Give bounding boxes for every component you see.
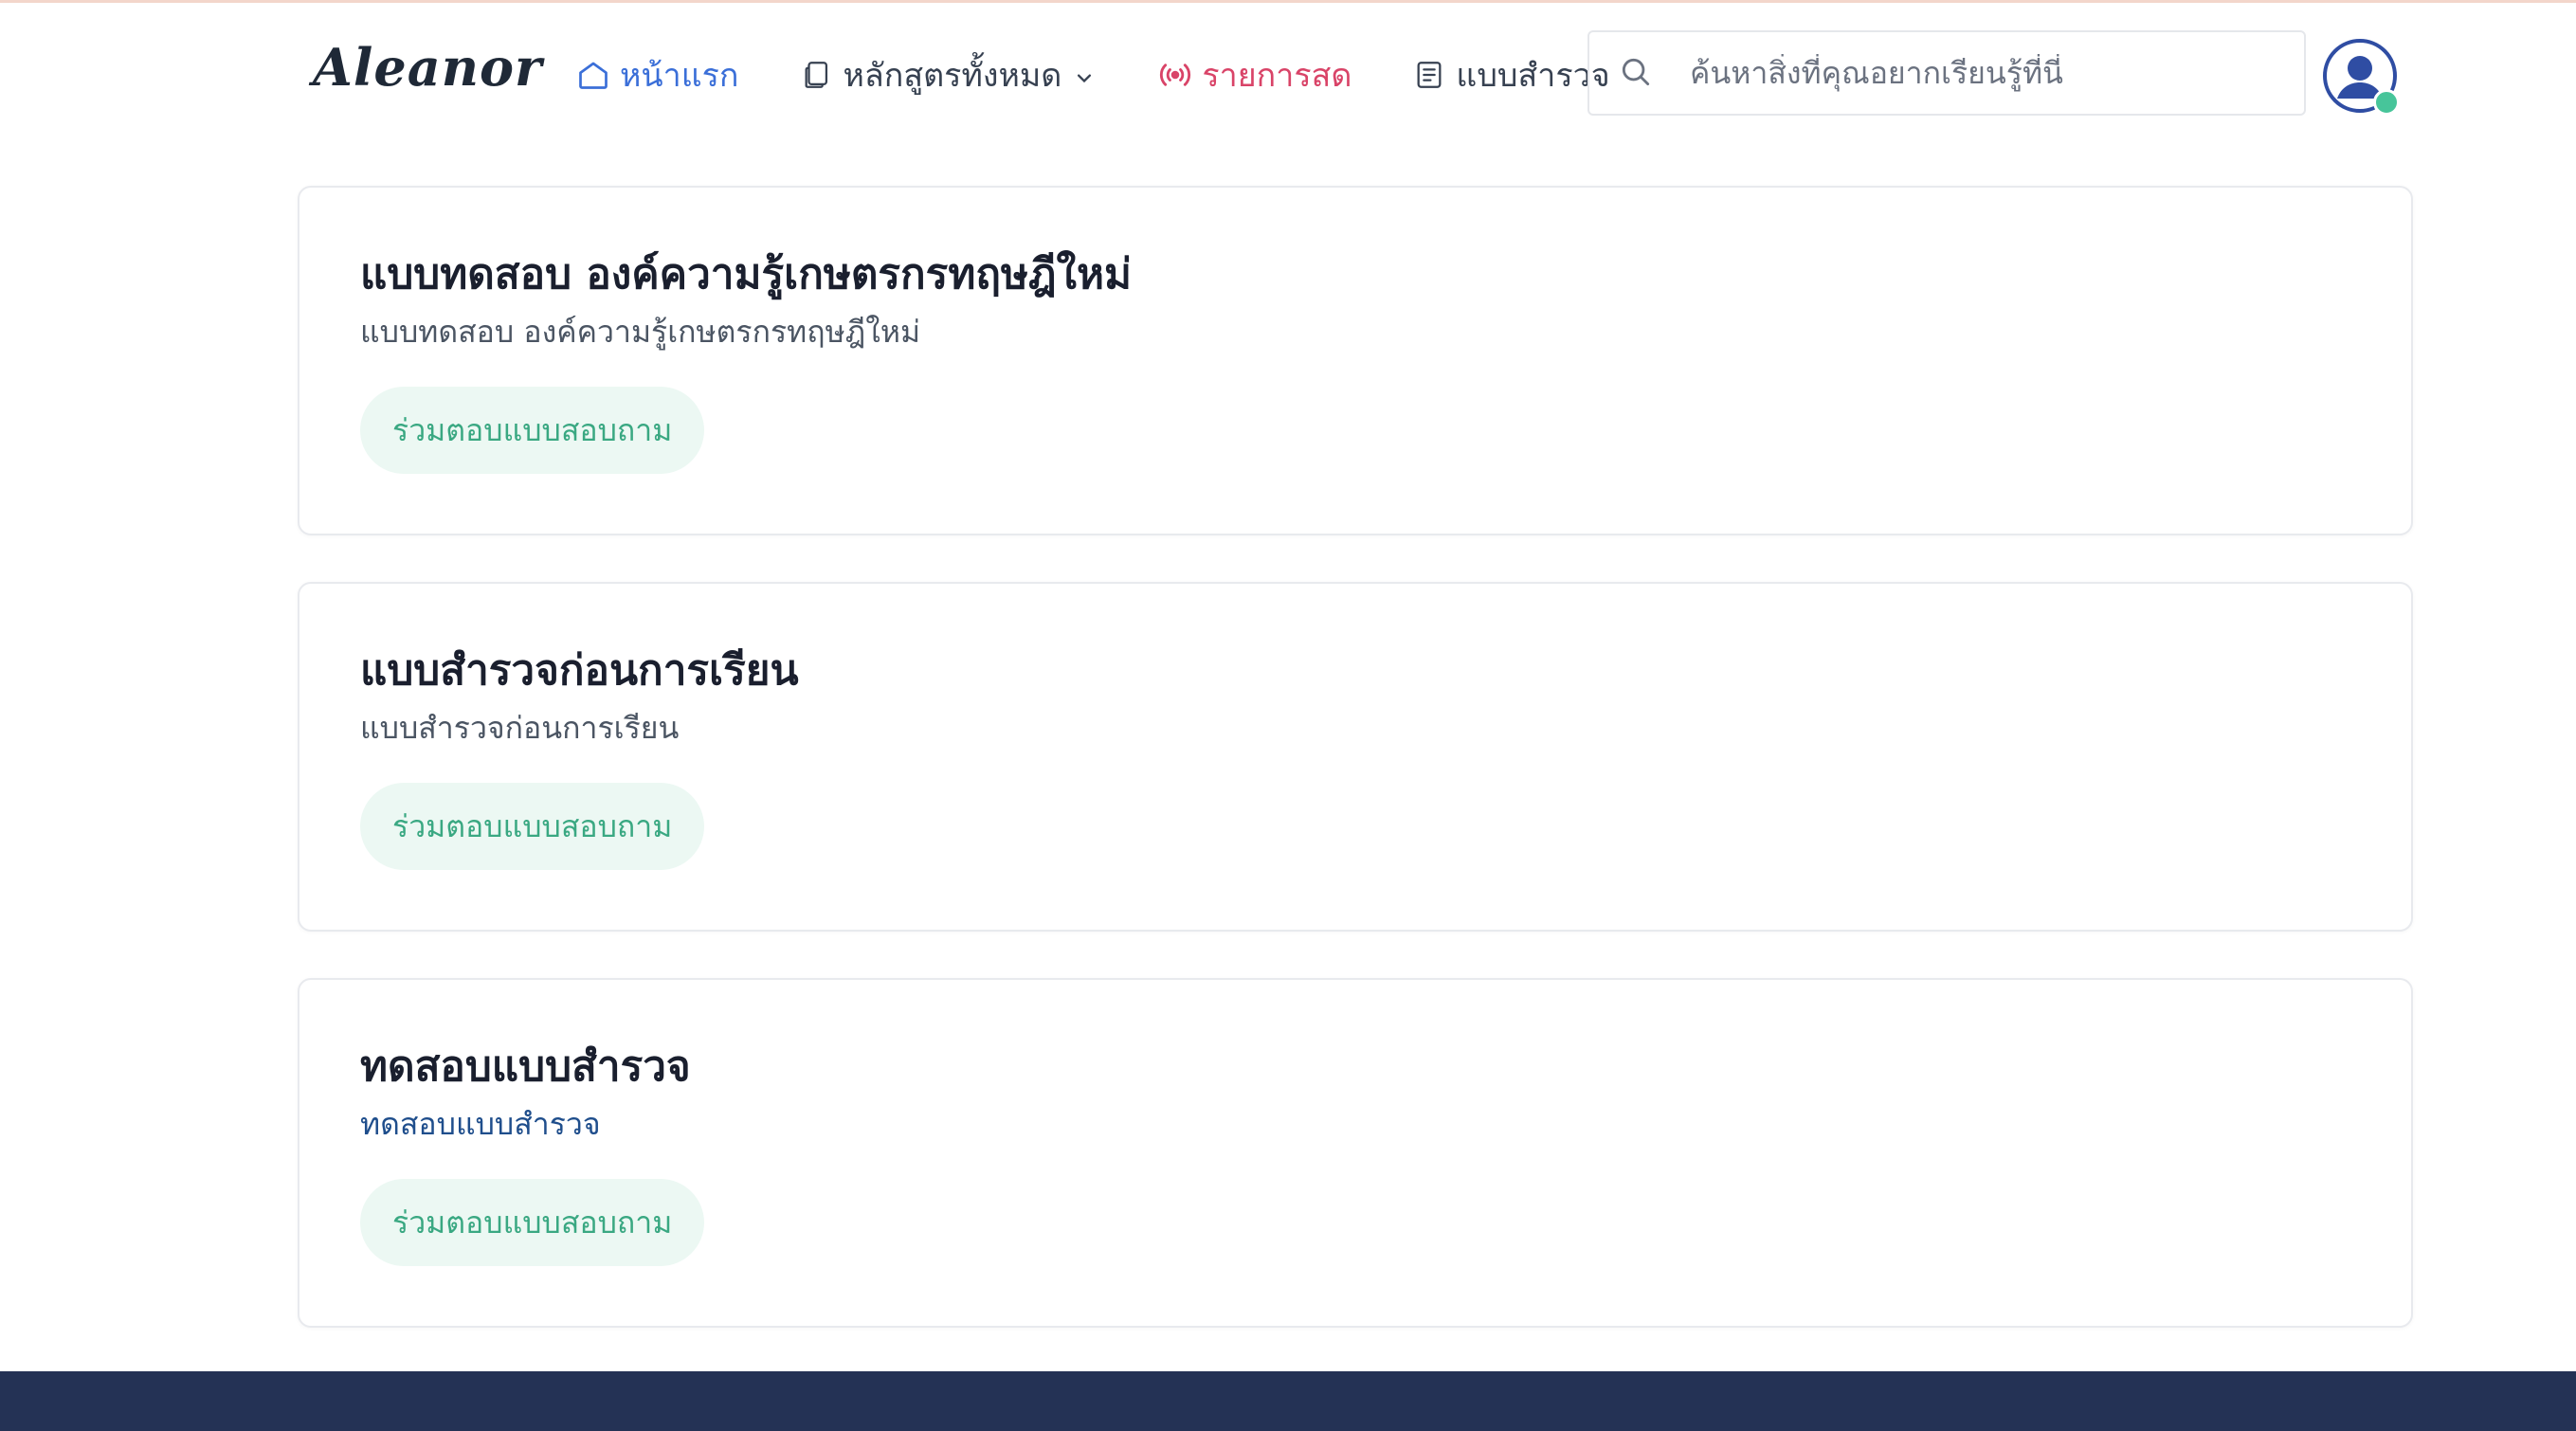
survey-card-title: ทดสอบแบบสำรวจ bbox=[360, 1042, 691, 1091]
site-header: Aleanor หน้าแรก หลักสูตรทั้งหมด รายการสด bbox=[0, 3, 2576, 143]
chevron-down-icon bbox=[1071, 62, 1098, 88]
survey-card-subtitle: แบบทดสอบ องค์ความรู้เกษตรกรทฤษฎีใหม่ bbox=[360, 314, 921, 350]
nav-survey[interactable]: แบบสำรวจ bbox=[1410, 49, 1610, 100]
survey-card-title: แบบทดสอบ องค์ความรู้เกษตรกรทฤษฎีใหม่ bbox=[360, 250, 1132, 299]
document-icon bbox=[1410, 56, 1448, 94]
main-nav: หน้าแรก หลักสูตรทั้งหมด รายการสด แบบสำรว… bbox=[574, 48, 1669, 101]
nav-home[interactable]: หน้าแรก bbox=[574, 49, 739, 100]
survey-card-subtitle: แบบสำรวจก่อนการเรียน bbox=[360, 710, 680, 746]
answer-survey-button[interactable]: ร่วมตอบแบบสอบถาม bbox=[360, 1179, 705, 1266]
home-icon bbox=[574, 56, 612, 94]
survey-card: แบบทดสอบ องค์ความรู้เกษตรกรทฤษฎีใหม่ แบบ… bbox=[298, 186, 2413, 535]
search-box bbox=[1587, 30, 2306, 116]
copy-icon bbox=[798, 56, 836, 94]
nav-courses-label: หลักสูตรทั้งหมด bbox=[843, 57, 1062, 95]
nav-live-label: รายการสด bbox=[1202, 57, 1352, 95]
survey-card-title: แบบสำรวจก่อนการเรียน bbox=[360, 646, 799, 695]
survey-card: แบบสำรวจก่อนการเรียน แบบสำรวจก่อนการเรีย… bbox=[298, 582, 2413, 932]
search-icon bbox=[1618, 54, 1656, 92]
answer-survey-button[interactable]: ร่วมตอบแบบสอบถาม bbox=[360, 387, 705, 474]
user-avatar[interactable] bbox=[2322, 38, 2400, 116]
survey-list: แบบทดสอบ องค์ความรู้เกษตรกรทฤษฎีใหม่ แบบ… bbox=[298, 186, 2413, 1374]
site-logo[interactable]: Aleanor bbox=[313, 37, 543, 98]
online-status-dot bbox=[2373, 89, 2400, 116]
survey-card-subtitle: ทดสอบแบบสำรวจ bbox=[360, 1106, 601, 1142]
answer-survey-button[interactable]: ร่วมตอบแบบสอบถาม bbox=[360, 783, 705, 870]
search-input[interactable] bbox=[1688, 54, 2279, 92]
broadcast-icon bbox=[1156, 56, 1194, 94]
survey-card: ทดสอบแบบสำรวจ ทดสอบแบบสำรวจ ร่วมตอบแบบสอ… bbox=[298, 978, 2413, 1328]
nav-live[interactable]: รายการสด bbox=[1156, 49, 1351, 100]
nav-courses[interactable]: หลักสูตรทั้งหมด bbox=[798, 49, 1098, 100]
site-footer bbox=[0, 1371, 2576, 1431]
nav-home-label: หน้าแรก bbox=[620, 57, 739, 95]
